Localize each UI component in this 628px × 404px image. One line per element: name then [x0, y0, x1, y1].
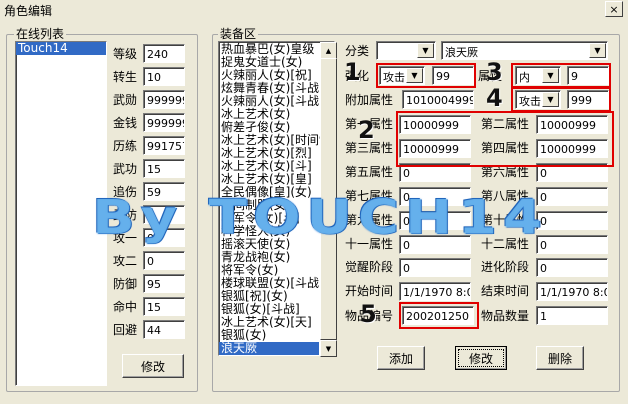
- equipment-scrollbar[interactable]: ▲ ▼: [320, 42, 337, 357]
- annotation-box-1: [376, 63, 476, 88]
- annotation-badge-3: 3: [486, 58, 503, 86]
- player-field-label: 攻一: [113, 231, 138, 245]
- player-modify-button[interactable]: 修改: [122, 354, 184, 378]
- annotation-badge-4: 4: [486, 84, 503, 112]
- attr-value-input[interactable]: 0: [399, 235, 471, 254]
- window-title: 角色编辑: [4, 4, 53, 18]
- awaken-input[interactable]: 0: [399, 258, 471, 277]
- start-time-label: 开始时间: [345, 284, 394, 298]
- scroll-thumb[interactable]: [320, 58, 337, 340]
- attr-label: 第八属性: [481, 189, 530, 203]
- annotation-box-4: [511, 87, 611, 112]
- chevron-down-icon: ▼: [417, 43, 434, 58]
- annotation-badge-5: 5: [360, 300, 377, 328]
- evolve-label: 进化阶段: [481, 260, 530, 274]
- attr-label: 第五属性: [345, 165, 394, 179]
- chevron-down-icon: ▼: [589, 43, 606, 58]
- equipment-list-item[interactable]: 浪天厥: [219, 342, 319, 355]
- player-field-input[interactable]: 0: [143, 251, 185, 270]
- attr-label: 第六属性: [481, 165, 530, 179]
- player-field-label: 等级: [113, 47, 138, 61]
- attr-label: 十一属性: [345, 237, 394, 251]
- delete-button[interactable]: 删除: [536, 346, 584, 370]
- attr-label: 第九属性: [345, 213, 394, 227]
- end-time-input[interactable]: 1/1/1970 8:00: [536, 282, 608, 301]
- player-field-label: 回避: [113, 323, 138, 337]
- equipment-list[interactable]: 热血暴巴(女)皇级 捉鬼女道士(女) 火辣丽人(女)[祝] 炫舞青春(女)[斗战] 火辣…: [218, 41, 335, 356]
- annotation-badge-1: 1: [344, 58, 361, 86]
- extra-label: 附加属性: [345, 93, 394, 107]
- player-field-label: 转生: [113, 70, 138, 84]
- player-field-input[interactable]: 15: [143, 297, 185, 316]
- scroll-down-button[interactable]: ▼: [320, 340, 337, 357]
- attr-label: 十二属性: [481, 237, 530, 251]
- player-field-label: 金钱: [113, 116, 138, 130]
- player-field-input[interactable]: 15: [143, 159, 185, 178]
- attr-label: 第七属性: [345, 189, 394, 203]
- annotation-badge-2: 2: [358, 116, 375, 144]
- player-field-input[interactable]: 991757: [143, 136, 185, 155]
- player-field-label: 武功: [113, 162, 138, 176]
- item-name-value: 浪天厥: [445, 46, 478, 59]
- player-field-input[interactable]: 0: [143, 228, 185, 247]
- evolve-input[interactable]: 0: [536, 258, 608, 277]
- qty-input[interactable]: 1: [536, 306, 608, 325]
- player-list[interactable]: Touch14: [15, 41, 107, 386]
- player-field-input[interactable]: 95: [143, 274, 185, 293]
- attr-value-input[interactable]: 0: [536, 211, 608, 230]
- attr-value-input[interactable]: 0: [536, 187, 608, 206]
- player-field-input[interactable]: 240: [143, 44, 185, 63]
- player-field-input[interactable]: 10: [143, 67, 185, 86]
- player-field-label: 武勋: [113, 93, 138, 107]
- equipment-legend: 装备区: [218, 27, 259, 41]
- player-field-input[interactable]: 44: [143, 320, 185, 339]
- item-name-select[interactable]: 浪天厥 ▼: [441, 41, 608, 60]
- annotation-box-5: [399, 302, 479, 329]
- player-field-input[interactable]: 999999: [143, 90, 185, 109]
- player-list-item[interactable]: Touch14: [16, 42, 106, 55]
- attr-value-input[interactable]: 0: [536, 235, 608, 254]
- extra-value-input[interactable]: 1010004999: [402, 90, 474, 109]
- player-field-label: 历练: [113, 139, 138, 153]
- annotation-box-2: [396, 111, 614, 167]
- player-field-label: 追伤: [113, 185, 138, 199]
- player-field-input[interactable]: 0: [143, 205, 185, 224]
- awaken-label: 觉醒阶段: [345, 260, 394, 274]
- player-field-label: 命中: [113, 300, 138, 314]
- scroll-up-button[interactable]: ▲: [320, 42, 337, 59]
- add-button[interactable]: 添加: [377, 346, 425, 370]
- player-field-label: 攻二: [113, 254, 138, 268]
- modify-button[interactable]: 修改: [455, 346, 507, 370]
- qty-label: 物品数量: [481, 309, 530, 323]
- title-bar: 角色编辑 ×: [0, 0, 628, 18]
- start-time-input[interactable]: 1/1/1970 8:00: [399, 282, 471, 301]
- attr-value-input[interactable]: 0: [399, 187, 471, 206]
- player-field-input[interactable]: 59: [143, 182, 185, 201]
- category-label: 分类: [345, 44, 370, 58]
- attr-value-input[interactable]: 0: [399, 211, 471, 230]
- player-field-label: 武防: [113, 208, 138, 222]
- annotation-box-3: [511, 63, 611, 88]
- player-field-label: 防御: [113, 277, 138, 291]
- online-list-legend: 在线列表: [14, 27, 67, 41]
- end-time-label: 结束时间: [481, 284, 530, 298]
- attr-label: 第十属性: [481, 213, 530, 227]
- close-button[interactable]: ×: [605, 1, 623, 17]
- category-select[interactable]: ▼: [376, 41, 436, 60]
- player-field-input[interactable]: 999999: [143, 113, 185, 132]
